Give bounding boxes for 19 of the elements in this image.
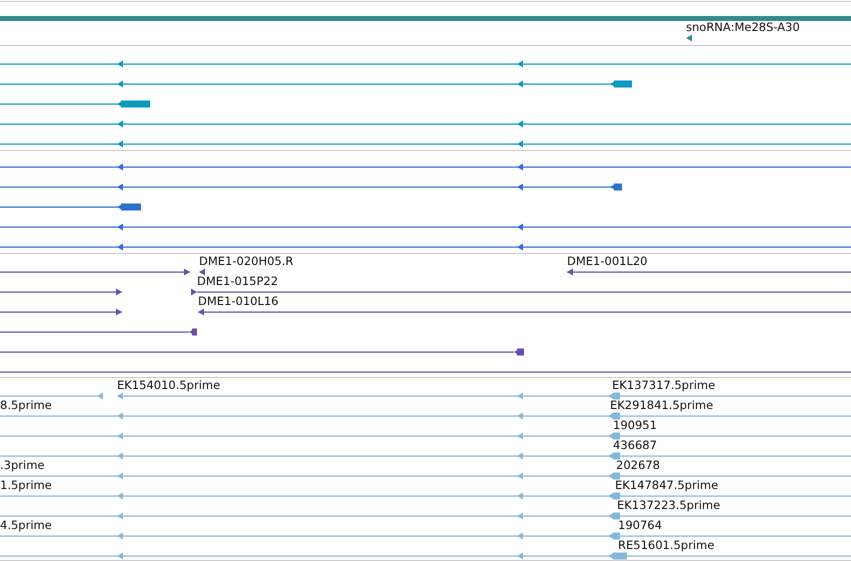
- feature-label: 190764: [618, 518, 662, 532]
- feature-label: 202678: [616, 458, 660, 472]
- feature-label: EK137223.5prime: [617, 498, 720, 512]
- feature-label: 436687: [613, 438, 657, 452]
- feature-label: 8.5prime: [0, 398, 52, 412]
- feature-label: snoRNA:Me28S-A30: [686, 20, 800, 34]
- feature-label: EK154010.5prime: [117, 378, 220, 392]
- feature-label: EK291841.5prime: [610, 398, 714, 412]
- feature-label: EK137317.5prime: [612, 378, 716, 392]
- feature-label: DME1-020H05.R: [199, 254, 294, 268]
- feature-label: DME1-015P22: [197, 274, 278, 288]
- feature-label: DME1-010L16: [198, 294, 278, 308]
- feature-label: 190951: [613, 418, 657, 432]
- feature-label: RE51601.5prime: [618, 538, 714, 552]
- feature-label: EK147847.5prime: [615, 478, 718, 492]
- feature-label: .3prime: [0, 458, 44, 472]
- feature-label: 1.5prime: [0, 478, 52, 492]
- feature-label: DME1-001L20: [567, 254, 648, 268]
- feature-label: 4.5prime: [0, 518, 52, 532]
